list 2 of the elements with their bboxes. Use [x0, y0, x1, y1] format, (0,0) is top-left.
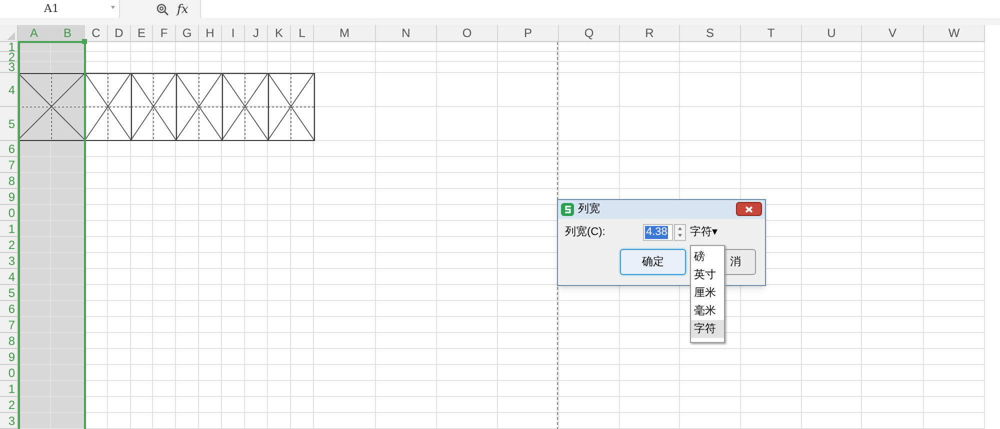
dialog-title: 列宽	[578, 202, 600, 218]
column-width-label: 列宽(C):	[565, 224, 606, 240]
